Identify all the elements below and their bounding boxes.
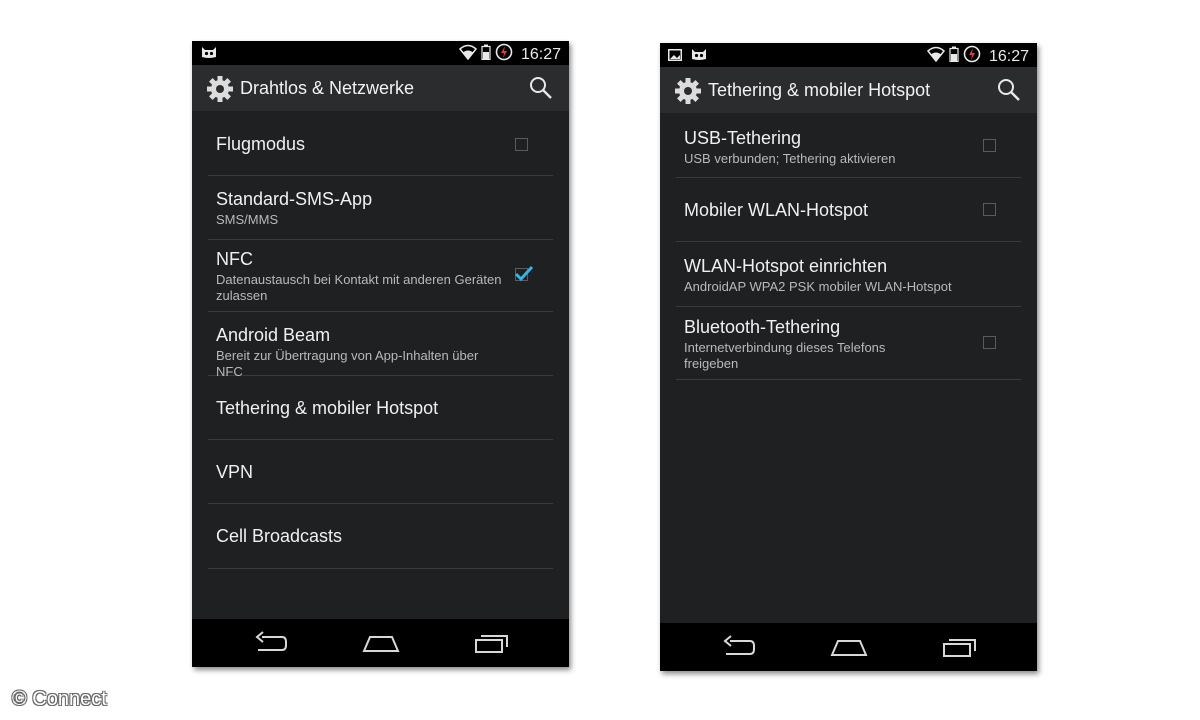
back-icon[interactable]	[722, 635, 756, 664]
status-bar: 16:27	[660, 43, 1037, 67]
item-title: Flugmodus	[216, 134, 306, 154]
item-subtitle: USB verbunden; Tethering aktivieren	[684, 151, 896, 166]
recent-apps-icon[interactable]	[942, 635, 978, 664]
item-title: Bluetooth-Tethering	[684, 317, 841, 337]
battery-icon	[481, 44, 491, 65]
usb-tethering-checkbox[interactable]	[983, 139, 996, 152]
list-item-nfc[interactable]: NFC Datenaustausch bei Kontakt mit ander…	[208, 240, 553, 312]
gear-icon[interactable]	[673, 76, 703, 106]
list-item-vpn[interactable]: VPN	[208, 440, 553, 504]
list-item-wlan-hotspot-einrichten[interactable]: WLAN-Hotspot einrichten AndroidAP WPA2 P…	[676, 242, 1021, 307]
bluetooth-tethering-checkbox[interactable]	[983, 336, 996, 349]
battery-icon	[949, 46, 959, 67]
page-title: Drahtlos & Netzwerke	[240, 78, 415, 98]
item-title: Standard-SMS-App	[216, 189, 373, 209]
item-title: NFC	[216, 249, 253, 269]
item-title: Mobiler WLAN-Hotspot	[684, 200, 869, 220]
cyanogen-mascot-icon	[690, 47, 708, 66]
checkmark-icon	[514, 265, 534, 282]
item-title: WLAN-Hotspot einrichten	[684, 256, 888, 276]
phone-screen-right: 16:27 Tethering & mobiler Hotspot USB-Te…	[660, 43, 1037, 671]
status-bar: 16:27	[192, 41, 569, 65]
flugmodus-checkbox[interactable]	[515, 138, 528, 151]
item-subtitle: AndroidAP WPA2 PSK mobiler WLAN-Hotspot	[684, 279, 952, 294]
status-time: 16:27	[988, 47, 1029, 65]
search-icon[interactable]	[529, 76, 553, 100]
settings-list: Flugmodus Standard-SMS-App SMS/MMS NFC D…	[208, 111, 553, 569]
action-bar: Drahtlos & Netzwerke	[192, 65, 569, 111]
charging-icon	[963, 45, 981, 68]
back-icon[interactable]	[254, 631, 288, 660]
recent-apps-icon[interactable]	[474, 631, 510, 660]
item-title: VPN	[216, 462, 254, 482]
wifi-icon	[458, 44, 477, 65]
cyanogen-mascot-icon	[200, 45, 218, 64]
image-notification-icon	[668, 48, 682, 66]
list-item-tethering[interactable]: Tethering & mobiler Hotspot	[208, 376, 553, 440]
phone-screen-left: 16:27 Drahtlos & Netzwerke Flugmodus Sta…	[192, 41, 569, 667]
item-subtitle: SMS/MMS	[216, 212, 279, 227]
gear-icon[interactable]	[205, 74, 235, 104]
list-item-standard-sms-app[interactable]: Standard-SMS-App SMS/MMS	[208, 176, 553, 240]
home-icon[interactable]	[830, 635, 868, 664]
copyright-watermark: © Connect	[12, 688, 107, 710]
item-subtitle: Datenaustausch bei Kontakt mit anderen G…	[216, 272, 502, 303]
status-time: 16:27	[520, 45, 561, 63]
page-title: Tethering & mobiler Hotspot	[708, 80, 931, 100]
list-item-mobiler-wlan-hotspot[interactable]: Mobiler WLAN-Hotspot	[676, 178, 1021, 242]
wifi-icon	[926, 46, 945, 67]
item-title: Android Beam	[216, 325, 331, 345]
item-subtitle: Internetverbindung dieses Telefons freig…	[684, 340, 886, 371]
action-bar: Tethering & mobiler Hotspot	[660, 67, 1037, 113]
list-item-bluetooth-tethering[interactable]: Bluetooth-Tethering Internetverbindung d…	[676, 307, 1021, 380]
navigation-bar	[660, 623, 1037, 671]
settings-list: USB-Tethering USB verbunden; Tethering a…	[676, 113, 1021, 380]
search-icon[interactable]	[997, 78, 1021, 102]
nfc-checkbox[interactable]	[514, 265, 534, 282]
navigation-bar	[192, 619, 569, 667]
list-item-cell-broadcasts[interactable]: Cell Broadcasts	[208, 504, 553, 569]
home-icon[interactable]	[362, 631, 400, 660]
list-item-android-beam[interactable]: Android Beam Bereit zur Übertragung von …	[208, 312, 553, 379]
wlan-hotspot-checkbox[interactable]	[983, 203, 996, 216]
list-item-usb-tethering[interactable]: USB-Tethering USB verbunden; Tethering a…	[676, 113, 1021, 178]
list-item-flugmodus[interactable]: Flugmodus	[208, 111, 553, 176]
charging-icon	[495, 43, 513, 66]
item-title: Tethering & mobiler Hotspot	[216, 398, 439, 418]
item-title: USB-Tethering	[684, 128, 802, 148]
item-title: Cell Broadcasts	[216, 526, 343, 546]
